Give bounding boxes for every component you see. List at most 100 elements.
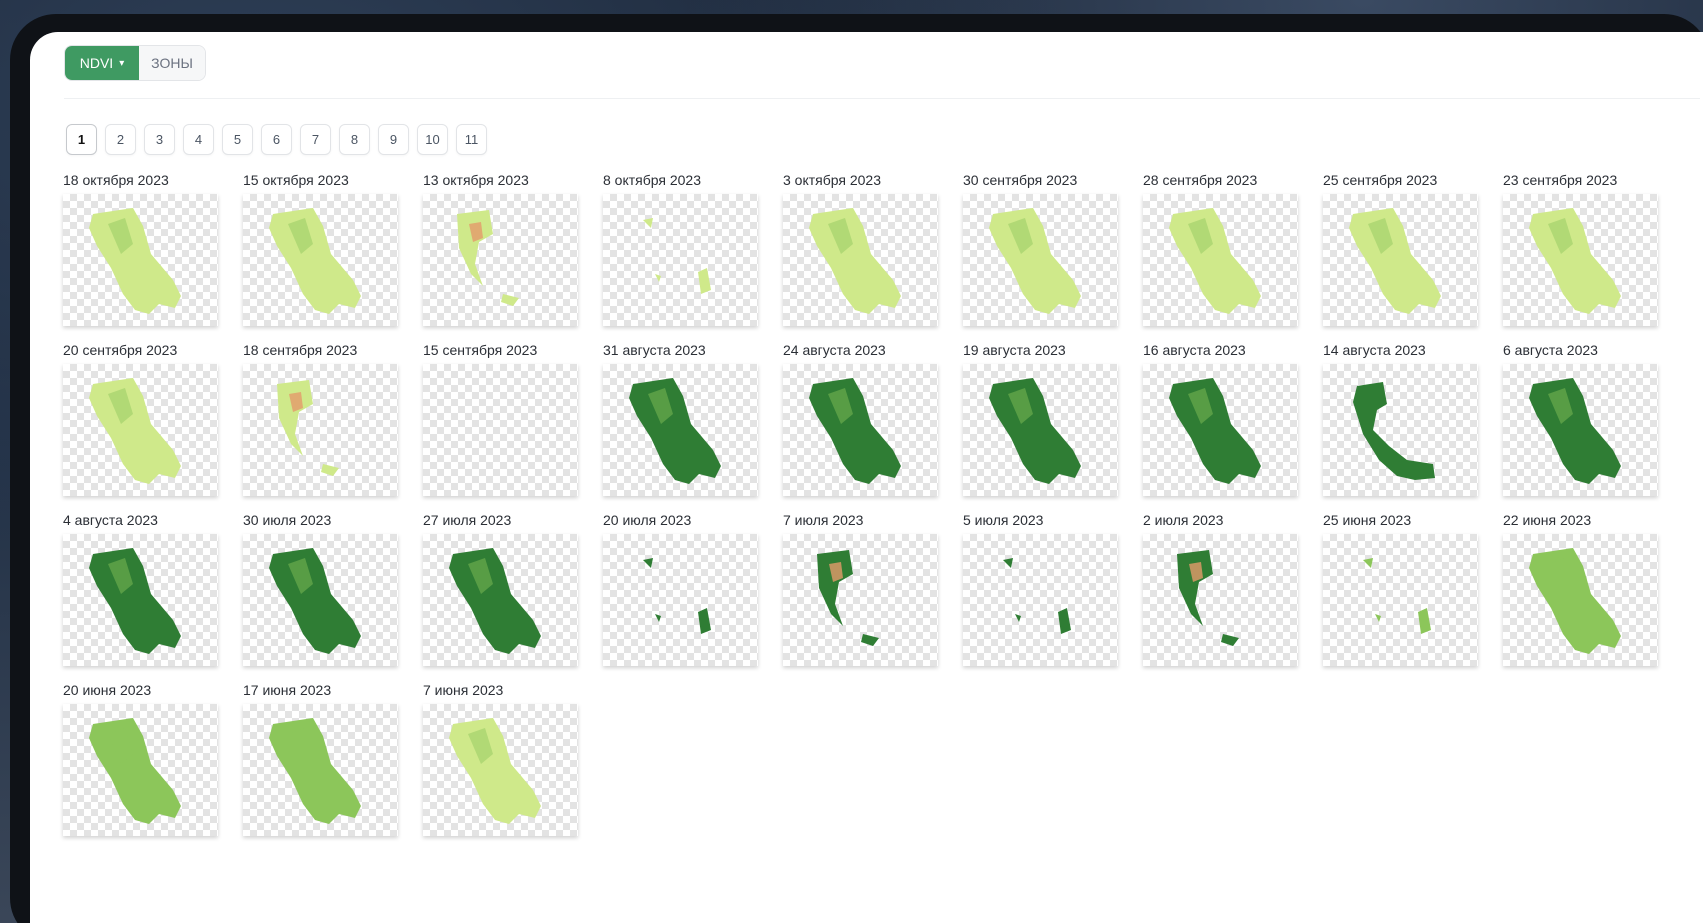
image-date: 5 июля 2023 xyxy=(963,512,1044,528)
page-button-1[interactable]: 1 xyxy=(66,124,97,155)
image-date: 30 июля 2023 xyxy=(243,512,332,528)
ndvi-image-card[interactable]: 17 июня 2023 xyxy=(243,680,398,836)
close-icon[interactable]: ✕ xyxy=(1698,42,1703,72)
ndvi-image-card[interactable]: 25 сентября 2023 xyxy=(1323,170,1478,326)
ndvi-image-card[interactable]: 20 июля 2023 xyxy=(603,510,758,666)
ndvi-image-card[interactable]: 15 сентября 2023 xyxy=(423,340,578,496)
ndvi-thumbnail[interactable] xyxy=(1503,194,1658,326)
ndvi-image-card[interactable]: 5 июля 2023 xyxy=(963,510,1118,666)
page-button-2[interactable]: 2 xyxy=(105,124,136,155)
ndvi-thumbnail[interactable] xyxy=(63,364,218,496)
ndvi-thumbnail[interactable] xyxy=(1503,534,1658,666)
ndvi-thumbnail[interactable] xyxy=(963,534,1118,666)
ndvi-image-card[interactable]: 8 октября 2023 xyxy=(603,170,758,326)
image-date: 3 октября 2023 xyxy=(783,172,881,188)
page-button-6[interactable]: 6 xyxy=(261,124,292,155)
image-date: 15 октября 2023 xyxy=(243,172,349,188)
ndvi-thumbnail[interactable] xyxy=(1323,534,1478,666)
ndvi-thumbnail[interactable] xyxy=(603,194,758,326)
ndvi-image-card[interactable]: 2 июля 2023 xyxy=(1143,510,1298,666)
ndvi-image-card[interactable]: 23 сентября 2023 xyxy=(1503,170,1658,326)
ndvi-thumbnail[interactable] xyxy=(1503,364,1658,496)
image-date: 15 сентября 2023 xyxy=(423,342,538,358)
page-button-3[interactable]: 3 xyxy=(144,124,175,155)
ndvi-image-card[interactable]: 24 августа 2023 xyxy=(783,340,938,496)
ndvi-image-card[interactable]: 28 сентября 2023 xyxy=(1143,170,1298,326)
ndvi-thumbnail[interactable] xyxy=(1323,364,1478,496)
image-date: 20 сентября 2023 xyxy=(63,342,178,358)
image-date: 7 июня 2023 xyxy=(423,682,504,698)
ndvi-thumbnail[interactable] xyxy=(243,364,398,496)
image-date: 2 июля 2023 xyxy=(1143,512,1224,528)
image-date: 22 июня 2023 xyxy=(1503,512,1592,528)
image-date: 23 сентября 2023 xyxy=(1503,172,1618,188)
image-date: 17 июня 2023 xyxy=(243,682,332,698)
image-date: 25 июня 2023 xyxy=(1323,512,1412,528)
page-button-8[interactable]: 8 xyxy=(339,124,370,155)
ndvi-image-card[interactable]: 16 августа 2023 xyxy=(1143,340,1298,496)
ndvi-thumbnail[interactable] xyxy=(63,534,218,666)
ndvi-thumbnail[interactable] xyxy=(423,364,578,496)
ndvi-image-card[interactable]: 7 июня 2023 xyxy=(423,680,578,836)
ndvi-image-card[interactable]: 30 июля 2023 xyxy=(243,510,398,666)
ndvi-thumbnail[interactable] xyxy=(243,194,398,326)
image-date: 8 октября 2023 xyxy=(603,172,701,188)
zones-label: ЗОНЫ xyxy=(151,55,193,71)
ndvi-image-card[interactable]: 7 июля 2023 xyxy=(783,510,938,666)
ndvi-thumbnail[interactable] xyxy=(243,534,398,666)
ndvi-image-card[interactable]: 20 сентября 2023 xyxy=(63,340,218,496)
page-button-9[interactable]: 9 xyxy=(378,124,409,155)
ndvi-image-card[interactable]: 14 августа 2023 xyxy=(1323,340,1478,496)
ndvi-label: NDVI xyxy=(79,55,114,71)
ndvi-image-card[interactable]: 18 октября 2023 xyxy=(63,170,218,326)
ndvi-thumbnail[interactable] xyxy=(1143,194,1298,326)
ndvi-dropdown-button[interactable]: NDVI ▾ xyxy=(65,46,139,80)
page-button-10[interactable]: 10 xyxy=(417,124,448,155)
ndvi-thumbnail[interactable] xyxy=(783,534,938,666)
image-date: 31 августа 2023 xyxy=(603,342,706,358)
ndvi-thumbnail[interactable] xyxy=(783,364,938,496)
ndvi-image-card[interactable]: 6 августа 2023 xyxy=(1503,340,1658,496)
image-date: 6 августа 2023 xyxy=(1503,342,1598,358)
ndvi-image-card[interactable]: 25 июня 2023 xyxy=(1323,510,1478,666)
ndvi-image-card[interactable]: 15 октября 2023 xyxy=(243,170,398,326)
ndvi-thumbnail[interactable] xyxy=(63,704,218,836)
image-date: 30 сентября 2023 xyxy=(963,172,1078,188)
zones-button[interactable]: ЗОНЫ xyxy=(139,46,205,80)
ndvi-thumbnail[interactable] xyxy=(63,194,218,326)
ndvi-image-card[interactable]: 30 сентября 2023 xyxy=(963,170,1118,326)
ndvi-thumbnail[interactable] xyxy=(423,704,578,836)
page-button-5[interactable]: 5 xyxy=(222,124,253,155)
ndvi-image-card[interactable]: 13 октября 2023 xyxy=(423,170,578,326)
ndvi-image-card[interactable]: 19 августа 2023 xyxy=(963,340,1118,496)
page-button-7[interactable]: 7 xyxy=(300,124,331,155)
ndvi-thumbnail[interactable] xyxy=(243,704,398,836)
ndvi-image-card[interactable]: 20 июня 2023 xyxy=(63,680,218,836)
ndvi-thumbnail[interactable] xyxy=(963,194,1118,326)
ndvi-thumbnail[interactable] xyxy=(423,194,578,326)
ndvi-image-card[interactable]: 31 августа 2023 xyxy=(603,340,758,496)
ndvi-thumbnail[interactable] xyxy=(603,364,758,496)
ndvi-thumbnail[interactable] xyxy=(1143,364,1298,496)
ndvi-thumbnail[interactable] xyxy=(1323,194,1478,326)
ndvi-image-card[interactable]: 22 июня 2023 xyxy=(1503,510,1658,666)
pagination: 1 2 3 4 5 6 7 8 9 10 11 xyxy=(66,124,487,155)
ndvi-image-card[interactable]: 18 сентября 2023 xyxy=(243,340,398,496)
ndvi-thumbnail[interactable] xyxy=(783,194,938,326)
image-date: 27 июля 2023 xyxy=(423,512,512,528)
ndvi-thumbnail[interactable] xyxy=(963,364,1118,496)
ndvi-image-card[interactable]: 4 августа 2023 xyxy=(63,510,218,666)
page-button-11[interactable]: 11 xyxy=(456,124,487,155)
toolbar: NDVI ▾ ЗОНЫ xyxy=(64,45,206,81)
chevron-down-icon: ▾ xyxy=(119,57,125,69)
image-date: 18 сентября 2023 xyxy=(243,342,358,358)
ndvi-thumbnail[interactable] xyxy=(1143,534,1298,666)
page-button-4[interactable]: 4 xyxy=(183,124,214,155)
ndvi-thumbnail[interactable] xyxy=(603,534,758,666)
ndvi-thumbnail[interactable] xyxy=(423,534,578,666)
image-date: 24 августа 2023 xyxy=(783,342,886,358)
ndvi-image-card[interactable]: 27 июля 2023 xyxy=(423,510,578,666)
image-date: 19 августа 2023 xyxy=(963,342,1066,358)
image-date: 20 июня 2023 xyxy=(63,682,152,698)
ndvi-image-card[interactable]: 3 октября 2023 xyxy=(783,170,938,326)
